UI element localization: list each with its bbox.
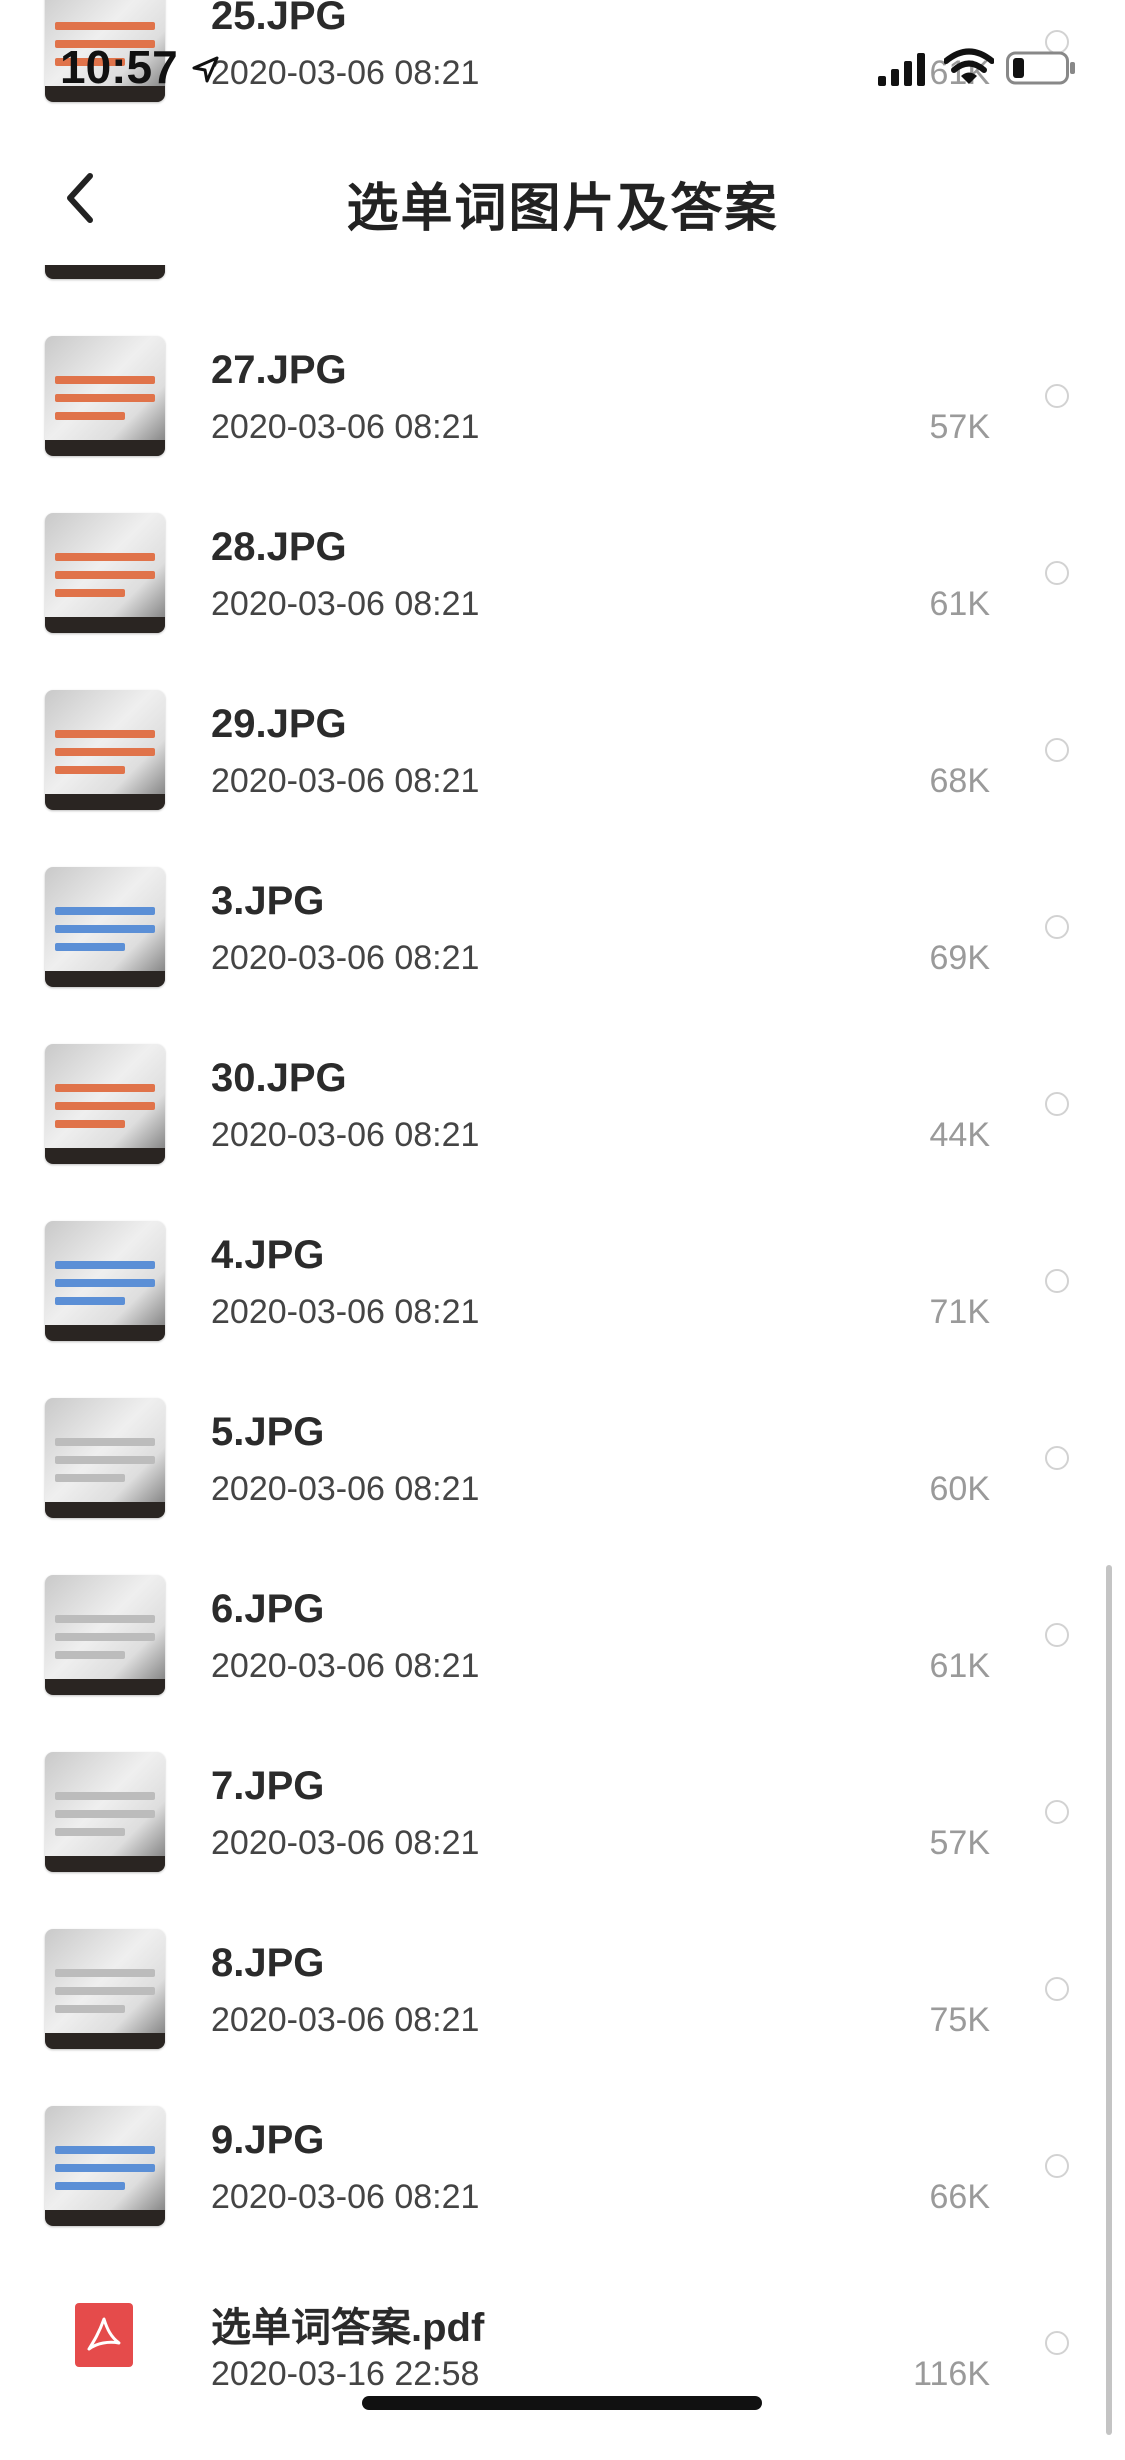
file-row[interactable]: 28.JPG 2020-03-06 08:21 61K (0, 513, 1125, 690)
file-date: 2020-03-06 08:21 (211, 2178, 480, 2216)
file-name: 5.JPG (211, 1410, 325, 1454)
file-size: 60K (929, 1470, 991, 1508)
select-radio[interactable] (1045, 561, 1069, 585)
file-thumbnail (45, 690, 165, 810)
file-row[interactable]: 9.JPG 2020-03-06 08:21 66K (0, 2106, 1125, 2283)
file-thumbnail (45, 1575, 165, 1695)
file-thumbnail (45, 1398, 165, 1518)
file-thumbnail (45, 513, 165, 633)
location-arrow-icon (192, 56, 219, 83)
select-radio[interactable] (1045, 1269, 1069, 1293)
file-size: 57K (929, 408, 991, 446)
select-radio[interactable] (1045, 1092, 1069, 1116)
file-name: 9.JPG (211, 2118, 325, 2162)
file-row[interactable]: 8.JPG 2020-03-06 08:21 75K (0, 1929, 1125, 2106)
file-name: 7.JPG (211, 1764, 325, 1808)
file-thumbnail (45, 867, 165, 987)
file-name: 27.JPG (211, 348, 347, 392)
file-name: 4.JPG (211, 1233, 325, 1277)
file-thumbnail (45, 1044, 165, 1164)
file-name: 6.JPG (211, 1587, 325, 1631)
file-name: 28.JPG (211, 525, 347, 569)
status-bar: 10:57 (0, 0, 1125, 130)
file-size: 69K (929, 939, 991, 977)
scroll-indicator[interactable] (1106, 1565, 1112, 2435)
file-thumbnail (45, 1752, 165, 1872)
file-thumbnail (45, 2106, 165, 2226)
select-radio[interactable] (1045, 384, 1069, 408)
file-row[interactable]: 3.JPG 2020-03-06 08:21 69K (0, 867, 1125, 1044)
file-thumbnail (45, 1929, 165, 2049)
wifi-icon (944, 48, 994, 84)
file-date: 2020-03-06 08:21 (211, 1824, 480, 1862)
file-date: 2020-03-06 08:21 (211, 939, 480, 977)
select-radio[interactable] (1045, 915, 1069, 939)
file-date: 2020-03-06 08:21 (211, 1470, 480, 1508)
file-size: 71K (929, 1293, 991, 1331)
navigation-header: 选单词图片及答案 (0, 130, 1125, 265)
file-date: 2020-03-06 08:21 (211, 1116, 480, 1154)
file-date: 2020-03-06 08:21 (211, 2001, 480, 2039)
file-size: 68K (929, 762, 991, 800)
select-radio[interactable] (1045, 2154, 1069, 2178)
file-name: 30.JPG (211, 1056, 347, 1100)
file-size: 66K (929, 2178, 991, 2216)
file-row[interactable]: 4.JPG 2020-03-06 08:21 71K (0, 1221, 1125, 1398)
file-name: 29.JPG (211, 702, 347, 746)
file-name: 8.JPG (211, 1941, 325, 1985)
battery-icon (1006, 51, 1075, 85)
file-list: 25.JPG2020-03-06 08:2161K26.JPG2020-03-0… (0, 0, 1125, 2436)
file-row[interactable]: 27.JPG 2020-03-06 08:21 57K (0, 336, 1125, 513)
file-date: 2020-03-06 08:21 (211, 1647, 480, 1685)
cellular-signal-icon (878, 53, 925, 86)
file-name: 选单词答案.pdf (211, 2306, 485, 2350)
home-indicator[interactable] (362, 2396, 762, 2410)
select-radio[interactable] (1045, 1977, 1069, 2001)
select-radio[interactable] (1045, 2331, 1069, 2355)
file-row[interactable]: 7.JPG 2020-03-06 08:21 57K (0, 1752, 1125, 1929)
file-size: 44K (929, 1116, 991, 1154)
file-size: 61K (929, 1647, 991, 1685)
status-time: 10:57 (60, 41, 178, 93)
select-radio[interactable] (1045, 1623, 1069, 1647)
file-size: 61K (929, 585, 991, 623)
file-row[interactable]: 选单词答案.pdf 2020-03-16 22:58 116K (0, 2283, 1125, 2460)
pdf-file-icon (75, 2303, 133, 2367)
page-title: 选单词图片及答案 (346, 180, 779, 238)
select-radio[interactable] (1045, 1446, 1069, 1470)
file-thumbnail (45, 336, 165, 456)
select-radio[interactable] (1045, 1800, 1069, 1824)
file-row[interactable]: 6.JPG 2020-03-06 08:21 61K (0, 1575, 1125, 1752)
file-date: 2020-03-06 08:21 (211, 408, 480, 446)
select-radio[interactable] (1045, 738, 1069, 762)
file-date: 2020-03-06 08:21 (211, 762, 480, 800)
file-row[interactable]: 29.JPG 2020-03-06 08:21 68K (0, 690, 1125, 867)
file-size: 57K (929, 1824, 991, 1862)
file-name: 3.JPG (211, 879, 325, 923)
file-size: 75K (929, 2001, 991, 2039)
file-date: 2020-03-16 22:58 (211, 2355, 480, 2393)
file-row[interactable]: 30.JPG 2020-03-06 08:21 44K (0, 1044, 1125, 1221)
file-date: 2020-03-06 08:21 (211, 1293, 480, 1331)
file-size: 116K (913, 2355, 990, 2393)
file-row[interactable]: 5.JPG 2020-03-06 08:21 60K (0, 1398, 1125, 1575)
file-thumbnail (45, 1221, 165, 1341)
file-date: 2020-03-06 08:21 (211, 585, 480, 623)
